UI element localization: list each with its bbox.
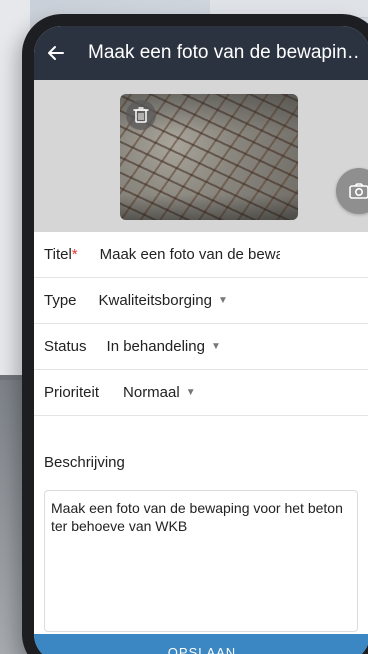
save-button[interactable]: OPSLAAN: [34, 634, 368, 654]
app-bar: Maak een foto van de bewapin…: [34, 26, 368, 80]
photo-area: [34, 80, 368, 232]
caret-down-icon: ▼: [210, 341, 221, 352]
caret-down-icon: ▼: [217, 295, 228, 306]
page-title: Maak een foto van de bewapin…: [88, 42, 360, 63]
phone-frame: Maak een foto van de bewapin… Titel * Ma…: [22, 14, 368, 654]
camera-icon[interactable]: [336, 168, 368, 214]
status-label: Status: [44, 338, 87, 355]
required-marker: *: [71, 246, 78, 263]
description-textarea[interactable]: Maak een foto van de bewaping voor het b…: [44, 490, 358, 632]
status-select-row[interactable]: Status In behandeling ▼: [34, 324, 368, 370]
title-input[interactable]: Maak een foto van de bewa: [100, 246, 280, 263]
caret-down-icon: ▼: [185, 387, 196, 398]
title-label: Titel: [44, 246, 72, 263]
trash-icon[interactable]: [126, 100, 156, 130]
description-label: Beschrijving: [44, 453, 125, 471]
description-label-row: Beschrijving: [34, 440, 368, 484]
title-field-row[interactable]: Titel * Maak een foto van de bewa: [34, 232, 368, 278]
type-select[interactable]: Kwaliteitsborging: [99, 292, 212, 309]
priority-select[interactable]: Normaal: [123, 384, 180, 401]
reinforcement-photo[interactable]: [120, 94, 298, 220]
phone-screen: Maak een foto van de bewapin… Titel * Ma…: [34, 26, 368, 654]
arrow-left-icon[interactable]: [34, 26, 78, 80]
type-select-row[interactable]: Type Kwaliteitsborging ▼: [34, 278, 368, 324]
status-select[interactable]: In behandeling: [107, 338, 205, 355]
priority-select-row[interactable]: Prioriteit Normaal ▼: [34, 370, 368, 416]
priority-label: Prioriteit: [44, 384, 100, 401]
type-label: Type: [44, 292, 77, 309]
